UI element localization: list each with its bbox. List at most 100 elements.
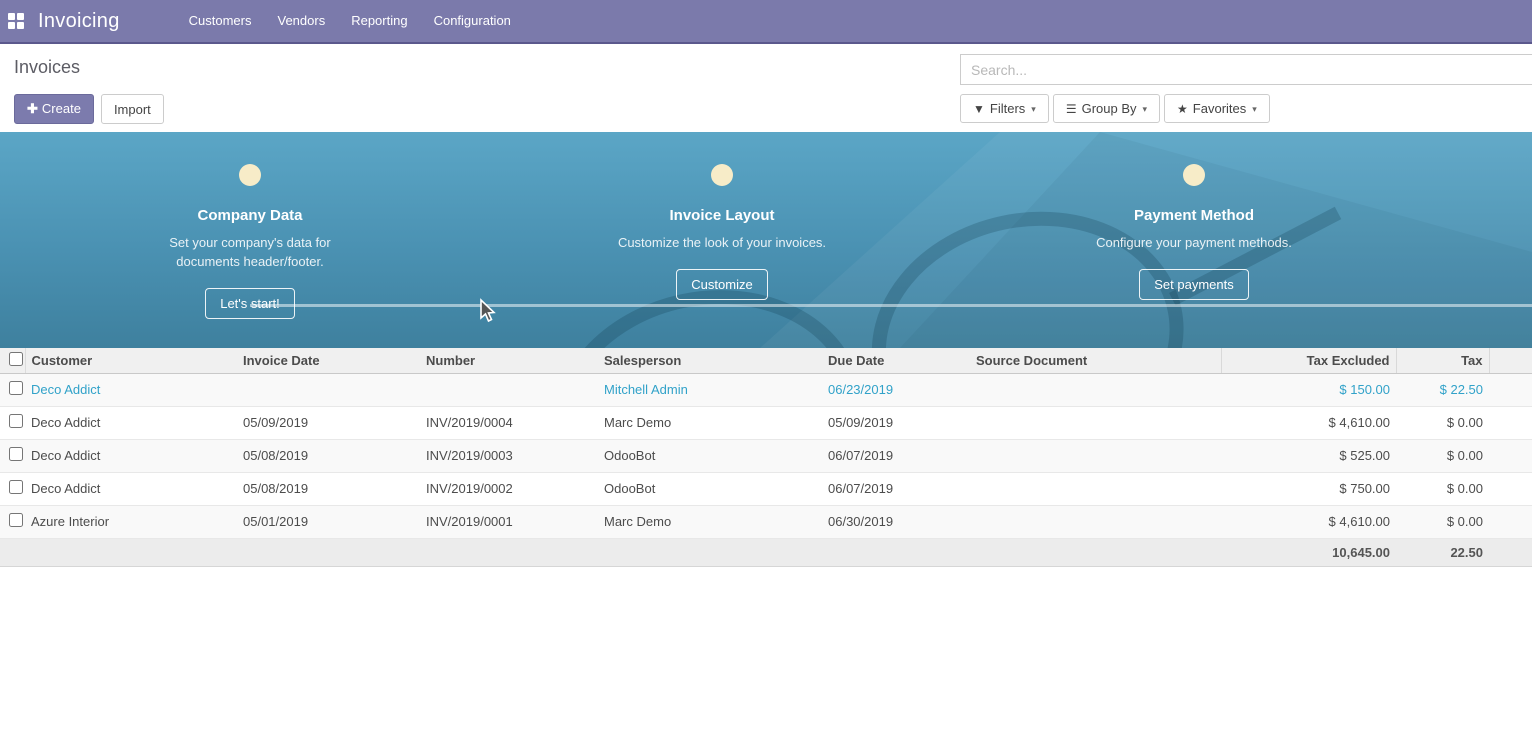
create-button[interactable]: ✚Create <box>14 94 94 124</box>
filter-funnel-icon: ▼︎ <box>973 102 985 116</box>
table-row[interactable]: Deco Addict Mitchell Admin 06/23/2019 $ … <box>0 373 1532 406</box>
page-title: Invoices <box>14 57 80 78</box>
search-box <box>960 54 1532 85</box>
cell-invoice-date[interactable]: 05/01/2019 <box>237 505 420 538</box>
step-description: Set your company's data for documents he… <box>140 233 360 271</box>
select-all-checkbox[interactable] <box>9 352 23 366</box>
cell-tax[interactable]: $ 0.00 <box>1396 439 1489 472</box>
table-row[interactable]: Azure Interior 05/01/2019 INV/2019/0001 … <box>0 505 1532 538</box>
total-tax-excluded: 10,645.00 <box>1221 538 1396 566</box>
step-dot-icon <box>239 164 261 186</box>
invoicing-page: Invoicing Customers Vendors Reporting Co… <box>0 0 1532 753</box>
cell-tax[interactable]: $ 0.00 <box>1396 406 1489 439</box>
row-checkbox[interactable] <box>9 480 23 494</box>
cell-invoice-date[interactable]: 05/08/2019 <box>237 472 420 505</box>
onboarding-banner: Company Data Set your company's data for… <box>0 132 1532 348</box>
table-header-row: Customer Invoice Date Number Salesperson… <box>0 348 1532 373</box>
chevron-down-icon: ▾ <box>1031 104 1036 115</box>
cell-customer[interactable]: Deco Addict <box>25 406 237 439</box>
cell-number[interactable] <box>420 373 598 406</box>
cell-invoice-date[interactable]: 05/09/2019 <box>237 406 420 439</box>
cell-source-document[interactable] <box>970 373 1221 406</box>
col-header-salesperson[interactable]: Salesperson <box>598 348 822 373</box>
cell-due-date[interactable]: 06/23/2019 <box>822 373 970 406</box>
col-header-source-document[interactable]: Source Document <box>970 348 1221 373</box>
col-header-tax[interactable]: Tax <box>1396 348 1489 373</box>
nav-item-vendors[interactable]: Vendors <box>265 0 339 42</box>
row-checkbox[interactable] <box>9 513 23 527</box>
favorites-button[interactable]: ★Favorites▾ <box>1164 94 1270 123</box>
col-header-tax-excluded[interactable]: Tax Excluded <box>1221 348 1396 373</box>
top-navbar: Invoicing Customers Vendors Reporting Co… <box>0 0 1532 44</box>
col-header-customer[interactable]: Customer <box>25 348 237 373</box>
cell-source-document[interactable] <box>970 406 1221 439</box>
cell-invoice-date[interactable]: 05/08/2019 <box>237 439 420 472</box>
cell-number[interactable]: INV/2019/0003 <box>420 439 598 472</box>
step-title: Payment Method <box>1044 207 1344 224</box>
group-by-button[interactable]: ☰Group By▾ <box>1053 94 1160 123</box>
action-buttons: ✚Create Import <box>14 94 164 124</box>
cell-due-date[interactable]: 06/07/2019 <box>822 439 970 472</box>
cell-salesperson[interactable]: OdooBot <box>598 439 822 472</box>
cell-invoice-date[interactable] <box>237 373 420 406</box>
onboarding-step-invoice-layout: Invoice Layout Customize the look of you… <box>572 164 872 300</box>
customize-button[interactable]: Customize <box>676 269 767 300</box>
step-title: Company Data <box>100 207 400 224</box>
group-by-bars-icon: ☰ <box>1066 102 1077 116</box>
col-header-invoice-date[interactable]: Invoice Date <box>237 348 420 373</box>
cell-customer[interactable]: Deco Addict <box>25 472 237 505</box>
col-header-number[interactable]: Number <box>420 348 598 373</box>
cell-source-document[interactable] <box>970 505 1221 538</box>
lets-start-button[interactable]: Let's start! <box>205 288 295 319</box>
step-dot-icon <box>1183 164 1205 186</box>
nav-item-customers[interactable]: Customers <box>176 0 265 42</box>
cell-due-date[interactable]: 05/09/2019 <box>822 406 970 439</box>
set-payments-button[interactable]: Set payments <box>1139 269 1249 300</box>
cell-customer[interactable]: Azure Interior <box>25 505 237 538</box>
row-checkbox[interactable] <box>9 447 23 461</box>
table-row[interactable]: Deco Addict 05/09/2019 INV/2019/0004 Mar… <box>0 406 1532 439</box>
cell-salesperson[interactable]: Mitchell Admin <box>598 373 822 406</box>
nav-item-configuration[interactable]: Configuration <box>421 0 524 42</box>
row-checkbox[interactable] <box>9 414 23 428</box>
totals-row: 10,645.00 22.50 <box>0 538 1532 566</box>
cell-tax[interactable]: $ 0.00 <box>1396 472 1489 505</box>
cell-tax[interactable]: $ 0.00 <box>1396 505 1489 538</box>
cell-tax-excluded[interactable]: $ 525.00 <box>1221 439 1396 472</box>
invoice-list-table: Customer Invoice Date Number Salesperson… <box>0 348 1532 567</box>
cell-source-document[interactable] <box>970 439 1221 472</box>
cell-number[interactable]: INV/2019/0002 <box>420 472 598 505</box>
import-button[interactable]: Import <box>101 94 164 124</box>
cell-due-date[interactable]: 06/07/2019 <box>822 472 970 505</box>
search-options: ▼︎Filters▾ ☰Group By▾ ★Favorites▾ <box>960 94 1270 123</box>
cell-due-date[interactable]: 06/30/2019 <box>822 505 970 538</box>
app-title: Invoicing <box>38 10 120 33</box>
chevron-down-icon: ▾ <box>1252 104 1257 115</box>
cell-salesperson[interactable]: OdooBot <box>598 472 822 505</box>
cell-number[interactable]: INV/2019/0001 <box>420 505 598 538</box>
filters-button[interactable]: ▼︎Filters▾ <box>960 94 1049 123</box>
cell-tax-excluded[interactable]: $ 4,610.00 <box>1221 406 1396 439</box>
cell-tax-excluded[interactable]: $ 150.00 <box>1221 373 1396 406</box>
table-row[interactable]: Deco Addict 05/08/2019 INV/2019/0003 Odo… <box>0 439 1532 472</box>
search-input[interactable] <box>961 55 1532 84</box>
cell-tax[interactable]: $ 22.50 <box>1396 373 1489 406</box>
cell-tax-excluded[interactable]: $ 750.00 <box>1221 472 1396 505</box>
total-tax: 22.50 <box>1396 538 1489 566</box>
cell-salesperson[interactable]: Marc Demo <box>598 505 822 538</box>
cell-number[interactable]: INV/2019/0004 <box>420 406 598 439</box>
row-checkbox[interactable] <box>9 381 23 395</box>
step-dot-icon <box>711 164 733 186</box>
cell-salesperson[interactable]: Marc Demo <box>598 406 822 439</box>
nav-item-reporting[interactable]: Reporting <box>338 0 420 42</box>
cell-customer[interactable]: Deco Addict <box>25 439 237 472</box>
cell-customer[interactable]: Deco Addict <box>25 373 237 406</box>
step-description: Configure your payment methods. <box>1064 233 1324 252</box>
apps-grid-icon[interactable] <box>8 13 24 29</box>
cell-tax-excluded[interactable]: $ 4,610.00 <box>1221 505 1396 538</box>
control-panel: Invoices ✚Create Import ▼︎Filters▾ ☰Grou… <box>0 44 1532 132</box>
col-header-due-date[interactable]: Due Date <box>822 348 970 373</box>
table-row[interactable]: Deco Addict 05/08/2019 INV/2019/0002 Odo… <box>0 472 1532 505</box>
onboarding-step-payment-method: Payment Method Configure your payment me… <box>1044 164 1344 300</box>
cell-source-document[interactable] <box>970 472 1221 505</box>
